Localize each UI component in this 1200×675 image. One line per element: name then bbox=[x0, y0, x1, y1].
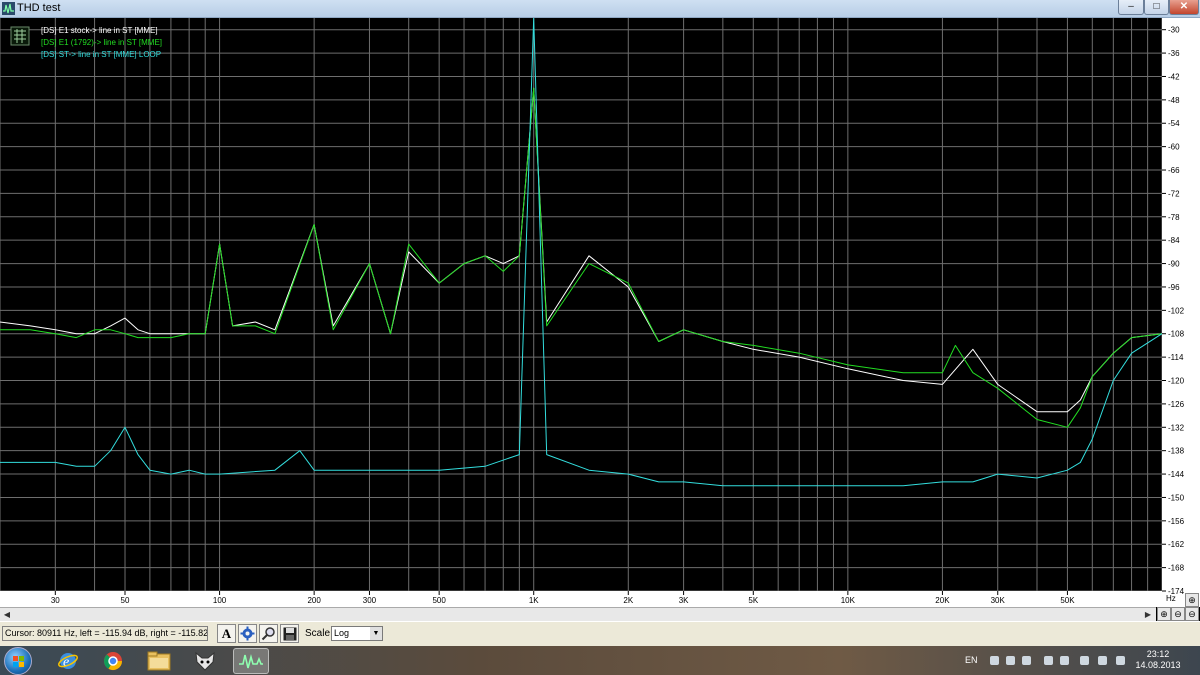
x-tick-label: 300 bbox=[363, 596, 377, 605]
zoom-out-x-icon[interactable]: ⊖ bbox=[1171, 607, 1185, 621]
y-tick-label: -60 bbox=[1168, 143, 1180, 152]
taskbar-app-mask[interactable] bbox=[187, 648, 223, 674]
x-tick-label: 20K bbox=[935, 596, 950, 605]
windows-logo-icon bbox=[13, 656, 24, 667]
clock[interactable]: 23:12 14.08.2013 bbox=[1135, 649, 1181, 671]
legend-entry-0: [DS] E1 stock-> line in ST [MME] bbox=[41, 26, 158, 35]
x-axis-unit-label: Hz bbox=[1166, 594, 1176, 603]
settings-cog-button[interactable] bbox=[238, 624, 257, 643]
x-tick-label: 2K bbox=[623, 596, 633, 605]
x-tick-label: 50 bbox=[121, 596, 130, 605]
minimize-button[interactable]: – bbox=[1118, 0, 1144, 15]
language-indicator[interactable]: EN bbox=[965, 655, 978, 665]
floppy-disk-icon bbox=[283, 627, 296, 641]
app-window: THD test – □ ✕ -30 -36 -42 -48 -54 -60 -66 -72-… bbox=[0, 0, 1200, 675]
y-tick-label: -156 bbox=[1168, 517, 1185, 526]
x-tick-label: 500 bbox=[432, 596, 446, 605]
network-signal-icon[interactable] bbox=[1080, 656, 1089, 665]
spectrum-chart[interactable]: -30 -36 -42 -48 -54 -60 -66 -72 -78 -84 -90 -96 -102… bbox=[0, 18, 1200, 607]
x-tick-label: 10K bbox=[841, 596, 856, 605]
x-axis-panel bbox=[0, 591, 1200, 607]
x-tick-label: 1K bbox=[529, 596, 539, 605]
scale-select[interactable]: Log ▼ bbox=[331, 626, 383, 641]
horizontal-scrollbar[interactable]: ◀ ▶ bbox=[0, 607, 1156, 621]
text-tool-button[interactable]: A bbox=[217, 624, 236, 643]
app-waveform-icon bbox=[2, 2, 15, 15]
volume-icon[interactable] bbox=[1098, 656, 1107, 665]
magnifier-button[interactable] bbox=[259, 624, 278, 643]
y-tick-label: -84 bbox=[1168, 236, 1180, 245]
bluetooth-icon[interactable] bbox=[1044, 656, 1053, 665]
taskbar: e EN 23:12 14.08.2013 bbox=[0, 646, 1200, 675]
taskbar-rmaa-active[interactable] bbox=[233, 648, 269, 674]
search-icon bbox=[261, 627, 275, 641]
y-tick-label: -54 bbox=[1168, 119, 1180, 128]
x-tick-label: 50K bbox=[1060, 596, 1075, 605]
x-tick-label: 3K bbox=[679, 596, 689, 605]
zoom-out-y-icon[interactable]: ⊖ bbox=[1185, 607, 1199, 621]
waveform-icon bbox=[239, 654, 263, 669]
y-tick-label: -36 bbox=[1168, 49, 1180, 58]
scale-label: Scale bbox=[305, 628, 331, 639]
y-tick-label: -90 bbox=[1168, 260, 1180, 269]
close-button[interactable]: ✕ bbox=[1169, 0, 1199, 15]
y-tick-label: -102 bbox=[1168, 306, 1185, 315]
legend-icon-frame bbox=[10, 26, 30, 46]
scroll-left-arrow-icon[interactable]: ◀ bbox=[1, 609, 13, 621]
y-tick-label: -72 bbox=[1168, 189, 1180, 198]
scroll-right-arrow-icon[interactable]: ▶ bbox=[1142, 609, 1154, 621]
y-tick-label: -114 bbox=[1168, 353, 1184, 362]
y-tick-label: -78 bbox=[1168, 213, 1180, 222]
tray-keyboard-icon[interactable] bbox=[1022, 656, 1031, 665]
taskbar-chrome[interactable] bbox=[95, 648, 131, 674]
tray-security-icon[interactable] bbox=[1060, 656, 1069, 665]
chevron-down-icon[interactable]: ▼ bbox=[370, 627, 382, 640]
scale-select-value: Log bbox=[334, 628, 350, 638]
cursor-readout: Cursor: 80911 Hz, left = -115.94 dB, rig… bbox=[2, 626, 208, 641]
taskbar-explorer[interactable] bbox=[141, 648, 177, 674]
y-tick-label: -144 bbox=[1168, 470, 1185, 479]
y-tick-label: -30 bbox=[1168, 26, 1180, 35]
y-tick-label: -96 bbox=[1168, 283, 1180, 292]
y-tick-label: -126 bbox=[1168, 400, 1185, 409]
y-tick-label: -42 bbox=[1168, 72, 1180, 81]
save-button[interactable] bbox=[280, 624, 299, 643]
y-tick-label: -48 bbox=[1168, 96, 1180, 105]
gear-icon bbox=[240, 626, 255, 641]
internet-explorer-icon: e bbox=[58, 653, 78, 670]
legend-entry-2: [DS] ST-> line in ST [MME] LOOP bbox=[41, 50, 161, 59]
x-tick-label: 5K bbox=[748, 596, 758, 605]
y-tick-label: -120 bbox=[1168, 377, 1185, 386]
maximize-button[interactable]: □ bbox=[1144, 0, 1169, 15]
folder-icon bbox=[147, 651, 171, 671]
y-tick-label: -138 bbox=[1168, 447, 1185, 456]
legend-entry-1: [DS] E1 (1792)-> line in ST [MME] bbox=[41, 38, 162, 47]
plot-background bbox=[0, 18, 1200, 607]
clock-time: 23:12 bbox=[1146, 649, 1170, 659]
title-bar: THD test – □ ✕ bbox=[0, 0, 1200, 18]
y-tick-label: -162 bbox=[1168, 540, 1185, 549]
y-tick-label: -168 bbox=[1168, 564, 1185, 573]
zoom-in-x-icon[interactable]: ⊕ bbox=[1157, 607, 1171, 621]
status-bar: Cursor: 80911 Hz, left = -115.94 dB, rig… bbox=[0, 621, 1200, 646]
cat-mask-icon bbox=[195, 651, 215, 671]
y-tick-label: -108 bbox=[1168, 330, 1185, 339]
chrome-icon bbox=[104, 652, 122, 671]
x-tick-label: 100 bbox=[213, 596, 227, 605]
taskbar-ie[interactable]: e bbox=[50, 648, 86, 674]
x-tick-label: 30 bbox=[51, 596, 60, 605]
window-title: THD test bbox=[17, 2, 61, 14]
y-tick-label: -150 bbox=[1168, 493, 1185, 502]
clock-date: 14.08.2013 bbox=[1135, 660, 1181, 670]
tray-app-icon[interactable] bbox=[990, 656, 999, 665]
x-tick-label: 30K bbox=[991, 596, 1006, 605]
y-tick-label: -66 bbox=[1168, 166, 1180, 175]
battery-icon[interactable] bbox=[1116, 656, 1125, 665]
y-tick-label: -132 bbox=[1168, 423, 1185, 432]
tray-monitor-icon[interactable] bbox=[1006, 656, 1015, 665]
zoom-in-y-icon[interactable]: ⊕ bbox=[1185, 593, 1199, 607]
x-tick-label: 200 bbox=[307, 596, 321, 605]
start-button[interactable] bbox=[4, 647, 32, 675]
